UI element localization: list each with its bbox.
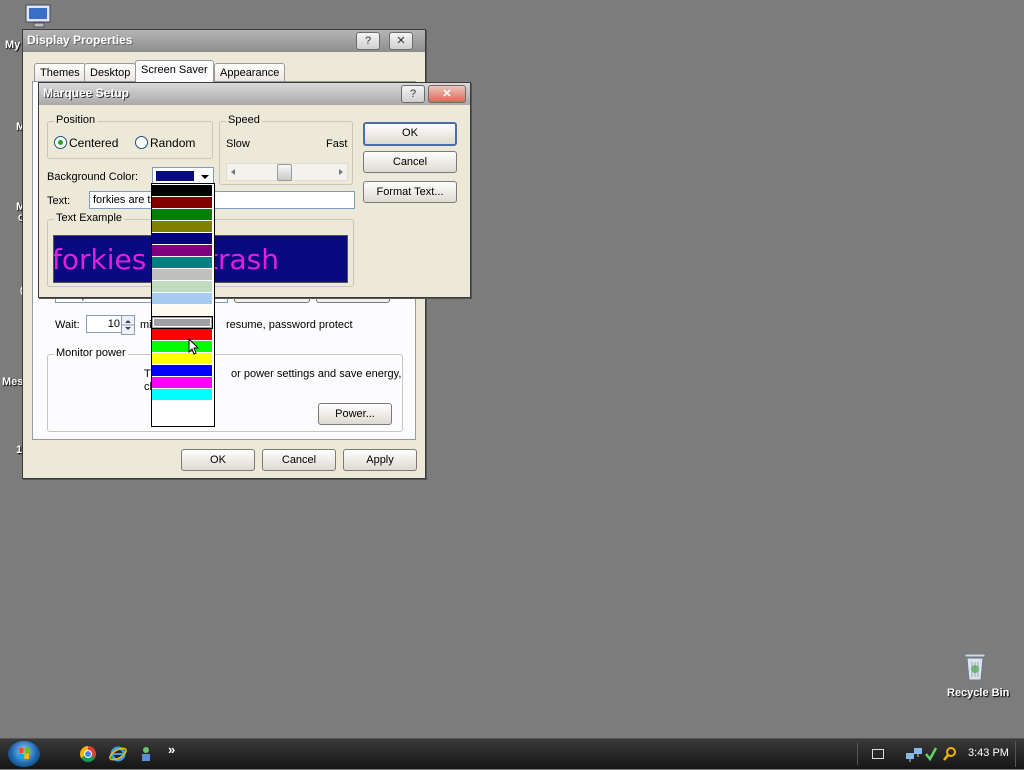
ok-button[interactable]: OK	[181, 449, 255, 471]
color-option[interactable]	[152, 197, 212, 208]
text-example-label: Text Example	[54, 212, 125, 224]
ok-button[interactable]: OK	[363, 122, 457, 146]
random-label[interactable]: Random	[150, 136, 195, 150]
color-option[interactable]	[152, 185, 212, 196]
color-option[interactable]	[152, 317, 212, 328]
my-computer-icon[interactable]	[24, 3, 54, 29]
cancel-button[interactable]: Cancel	[363, 151, 457, 173]
marquee-setup-dialog: Marquee Setup ? ✕ Position Centered Rand…	[38, 82, 471, 298]
start-button[interactable]	[8, 741, 40, 767]
marquee-text-input[interactable]: forkies are tra	[89, 191, 355, 209]
color-option[interactable]	[152, 221, 212, 232]
recycle-bin-label[interactable]: Recycle Bin	[947, 687, 1009, 699]
windows-logo-icon	[19, 748, 29, 759]
color-option[interactable]	[152, 281, 212, 292]
wait-input[interactable]: 10	[86, 315, 125, 333]
network-tray-icon[interactable]	[905, 745, 923, 763]
taskbar-separator	[857, 743, 858, 765]
desktop-icon-label[interactable]: My	[5, 39, 20, 51]
color-option[interactable]	[152, 257, 212, 268]
centered-label[interactable]: Centered	[69, 136, 118, 150]
wait-spinner[interactable]	[121, 315, 135, 335]
overflow-chevron-icon[interactable]: »	[168, 742, 175, 757]
security-tray-icon[interactable]	[924, 745, 938, 763]
preview-text-left: forkies	[53, 243, 147, 276]
text-label: Text:	[47, 195, 71, 207]
close-button[interactable]: ✕	[389, 32, 413, 50]
format-text-button[interactable]: Format Text...	[363, 181, 457, 203]
tab-appearance[interactable]: Appearance	[214, 63, 286, 82]
internet-explorer-icon[interactable]	[109, 745, 127, 763]
help-button[interactable]: ?	[401, 85, 425, 103]
background-color-label: Background Color:	[47, 171, 139, 183]
color-option[interactable]	[152, 401, 212, 412]
monitor-power-text: T	[144, 368, 151, 380]
color-option[interactable]	[152, 389, 212, 400]
mouse-cursor-icon	[188, 337, 200, 359]
position-group: Position Centered Random	[47, 114, 213, 159]
speed-slider-thumb[interactable]	[277, 164, 292, 181]
speed-label: Speed	[226, 114, 262, 126]
help-button[interactable]: ?	[356, 32, 380, 50]
chrome-icon[interactable]	[80, 746, 96, 762]
display-properties-titlebar[interactable]: Display Properties ? ✕	[23, 30, 425, 52]
color-option[interactable]	[152, 245, 212, 256]
marquee-setup-titlebar[interactable]: Marquee Setup ? ✕	[39, 83, 470, 105]
tab-desktop[interactable]: Desktop	[84, 63, 137, 82]
clock[interactable]: 3:43 PM	[968, 747, 1009, 759]
search-icon[interactable]	[942, 745, 958, 763]
keyboard-icon[interactable]	[872, 749, 884, 759]
scroll-right-arrow-icon[interactable]	[336, 164, 346, 180]
color-option[interactable]	[152, 209, 212, 220]
centered-radio[interactable]	[54, 136, 67, 149]
speed-scrollbar[interactable]	[226, 163, 348, 181]
color-option[interactable]	[152, 365, 212, 376]
monitor-power-label: Monitor power	[54, 347, 128, 359]
color-option[interactable]	[152, 329, 212, 340]
chevron-down-icon[interactable]	[198, 169, 212, 184]
radio-dot	[58, 140, 63, 145]
window-title: Display Properties	[27, 33, 133, 47]
network-app-icon[interactable]	[138, 745, 154, 763]
color-option[interactable]	[152, 293, 212, 304]
random-radio[interactable]	[135, 136, 148, 149]
fast-label: Fast	[326, 138, 348, 150]
position-label: Position	[54, 114, 98, 126]
chrome-center	[84, 750, 92, 758]
wait-suffix: mi	[140, 319, 152, 331]
slow-label: Slow	[226, 138, 250, 150]
speed-group: Speed Slow Fast	[219, 114, 353, 185]
recycle-bin-icon[interactable]	[962, 650, 988, 682]
cancel-button[interactable]: Cancel	[262, 449, 336, 471]
selected-color-swatch	[156, 171, 194, 181]
scroll-left-arrow-icon[interactable]	[228, 164, 238, 180]
show-desktop-button[interactable]	[1015, 741, 1022, 767]
close-button[interactable]: ✕	[428, 85, 466, 103]
color-option[interactable]	[152, 305, 212, 316]
tab-themes[interactable]: Themes	[34, 63, 86, 82]
color-option[interactable]	[152, 269, 212, 280]
color-option[interactable]	[152, 353, 212, 364]
desktop-icon-label[interactable]: Mes	[2, 376, 23, 388]
background-color-dropdown-list[interactable]	[151, 183, 215, 427]
power-button[interactable]: Power...	[318, 403, 392, 425]
apply-button[interactable]: Apply	[343, 449, 417, 471]
monitor-power-group: Monitor power T or power settings and sa…	[47, 347, 403, 432]
wait-label: Wait:	[55, 319, 80, 331]
color-option[interactable]	[152, 341, 212, 352]
preview-text-right: trash	[207, 243, 279, 276]
resume-text: resume, password protect	[226, 319, 353, 331]
color-option[interactable]	[152, 377, 212, 388]
tab-screen-saver[interactable]: Screen Saver	[135, 60, 214, 83]
taskbar: » 3:43 PM	[0, 738, 1024, 769]
color-option[interactable]	[152, 233, 212, 244]
monitor-power-text: or power settings and save energy,	[231, 368, 402, 380]
dialog-title: Marquee Setup	[43, 86, 130, 100]
